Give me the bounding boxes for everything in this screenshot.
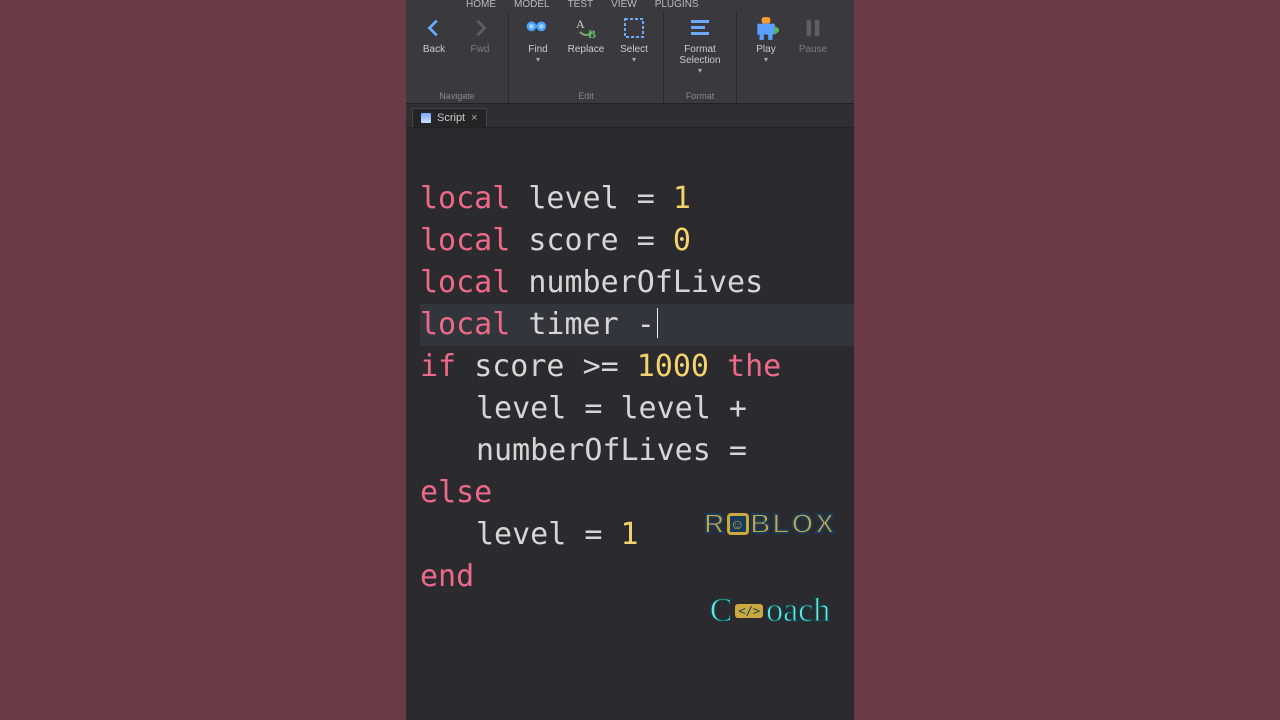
- logo-letters: oach: [766, 594, 830, 628]
- script-icon: [421, 113, 431, 123]
- select-button[interactable]: Select ▾: [611, 12, 657, 64]
- replace-button[interactable]: A B Replace: [563, 12, 609, 55]
- format-selection-button[interactable]: Format Selection ▾: [670, 12, 730, 75]
- identifier: score: [474, 349, 564, 384]
- menu-home[interactable]: HOME: [466, 0, 496, 8]
- pause-button[interactable]: Pause: [791, 12, 835, 55]
- logo-letters: BLOX: [750, 510, 836, 538]
- ribbon-group-label-format: Format: [686, 91, 715, 103]
- keyword: local: [420, 181, 510, 216]
- ribbon-group-navigate: Back Fwd Navigate: [406, 12, 509, 103]
- keyword: local: [420, 223, 510, 258]
- identifier: level: [476, 517, 566, 552]
- find-icon: [524, 14, 552, 42]
- logo-face-icon: ☺: [727, 513, 749, 535]
- number: 1000: [637, 349, 709, 384]
- menubar: HOME MODEL TEST VIEW PLUGINS: [406, 0, 854, 8]
- play-icon: [752, 14, 780, 42]
- select-label: Select: [620, 44, 648, 55]
- tab-script[interactable]: Script ×: [412, 108, 487, 127]
- ribbon-group-format: Format Selection ▾ Format: [664, 12, 737, 103]
- number: 0: [673, 223, 691, 258]
- fwd-label: Fwd: [471, 44, 490, 55]
- watermark-logo: R ☺ BLOX C </> oach: [704, 450, 836, 688]
- keyword: the: [727, 349, 781, 384]
- ribbon: Back Fwd Navigate: [406, 8, 854, 104]
- operator: =: [584, 517, 602, 552]
- number: 1: [621, 517, 639, 552]
- logo-letter: R: [704, 510, 726, 538]
- back-button[interactable]: Back: [412, 12, 456, 55]
- chevron-right-icon: [466, 14, 494, 42]
- format-label: Format Selection: [672, 44, 728, 66]
- ribbon-group-label-navigate: Navigate: [439, 91, 475, 103]
- fwd-button[interactable]: Fwd: [458, 12, 502, 55]
- dropdown-icon: ▾: [536, 55, 540, 64]
- identifier: score: [528, 223, 618, 258]
- operator: =: [637, 223, 655, 258]
- code-badge-icon: </>: [735, 604, 763, 618]
- svg-text:A: A: [576, 17, 585, 31]
- back-label: Back: [423, 44, 445, 55]
- menu-plugins[interactable]: PLUGINS: [655, 0, 699, 8]
- menu-test[interactable]: TEST: [568, 0, 594, 8]
- operator: =: [637, 181, 655, 216]
- logo-bottom: C </> oach: [704, 594, 836, 628]
- operator: =: [584, 391, 602, 426]
- ribbon-group-label-edit: Edit: [578, 91, 594, 103]
- identifier: timer: [528, 307, 618, 342]
- ribbon-group-label-play: [788, 91, 791, 103]
- replace-icon: A B: [572, 14, 600, 42]
- tabbar: Script ×: [406, 104, 854, 128]
- identifier: numberOfLives: [528, 265, 763, 300]
- dropdown-icon: ▾: [764, 55, 768, 64]
- ribbon-group-play: Play ▾ Pause: [737, 12, 841, 103]
- operator: +: [729, 391, 747, 426]
- find-label: Find: [528, 44, 547, 55]
- identifier: level: [528, 181, 618, 216]
- logo-letter: C: [710, 594, 733, 628]
- tab-label: Script: [437, 112, 465, 124]
- ribbon-group-edit: Find ▾ A B Replace: [509, 12, 664, 103]
- text-cursor: [657, 308, 658, 338]
- identifier: level: [621, 391, 711, 426]
- keyword: else: [420, 475, 492, 510]
- format-icon: [686, 14, 714, 42]
- keyword: local: [420, 265, 510, 300]
- keyword: if: [420, 349, 456, 384]
- identifier: numberOfLives: [476, 433, 711, 468]
- close-icon[interactable]: ×: [471, 112, 477, 124]
- identifier: level: [476, 391, 566, 426]
- select-icon: [620, 14, 648, 42]
- chevron-left-icon: [420, 14, 448, 42]
- keyword: end: [420, 559, 474, 594]
- menu-model[interactable]: MODEL: [514, 0, 550, 8]
- dropdown-icon: ▾: [698, 66, 702, 75]
- logo-top: R ☺ BLOX: [704, 510, 836, 538]
- operator: -: [637, 307, 655, 342]
- pause-label: Pause: [799, 44, 827, 55]
- code-editor[interactable]: local level = 1 local score = 0 local nu…: [406, 128, 854, 720]
- replace-label: Replace: [568, 44, 605, 55]
- play-button[interactable]: Play ▾: [743, 12, 789, 64]
- operator: >=: [583, 349, 619, 384]
- find-button[interactable]: Find ▾: [515, 12, 561, 64]
- app-window: HOME MODEL TEST VIEW PLUGINS Back Fwd: [406, 0, 854, 720]
- svg-text:B: B: [588, 27, 596, 40]
- menu-view[interactable]: VIEW: [611, 0, 637, 8]
- operator: =: [729, 433, 747, 468]
- dropdown-icon: ▾: [632, 55, 636, 64]
- keyword: local: [420, 307, 510, 342]
- pause-icon: [799, 14, 827, 42]
- play-label: Play: [756, 44, 775, 55]
- number: 1: [673, 181, 691, 216]
